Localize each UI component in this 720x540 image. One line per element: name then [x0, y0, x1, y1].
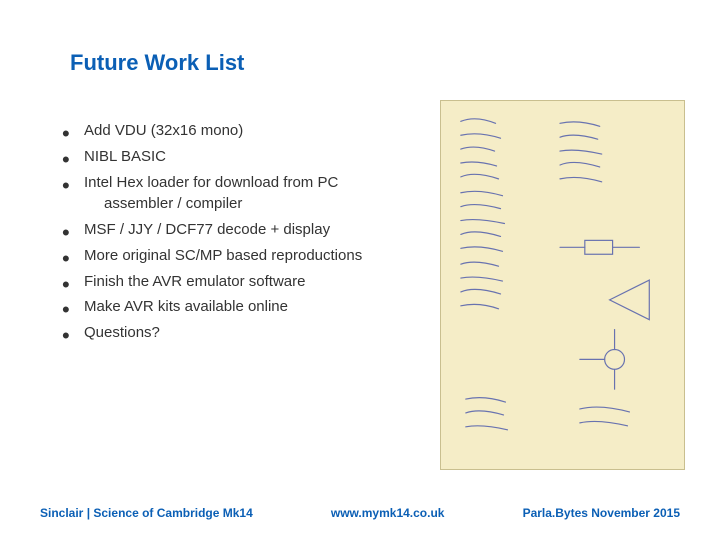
bullet-list: Add VDU (32x16 mono) NIBL BASIC Intel He… — [60, 120, 420, 318]
sketch-icon — [441, 101, 684, 469]
bullet-text: Finish the AVR emulator software — [84, 273, 305, 290]
list-item: Add VDU (32x16 mono) — [60, 120, 420, 142]
bullet-text: MSF / JJY / DCF77 decode + display — [84, 221, 330, 238]
list-item: NIBL BASIC — [60, 146, 420, 168]
slide: Future Work List Add VDU (32x16 mono) NI… — [0, 0, 720, 540]
list-item: Questions? — [60, 322, 420, 344]
list-item: Intel Hex loader for download from PC as… — [60, 172, 420, 216]
bullet-text: More original SC/MP based reproductions — [84, 247, 362, 264]
page-title: Future Work List — [70, 50, 244, 76]
footer-left: Sinclair | Science of Cambridge Mk14 — [40, 506, 253, 520]
bullet-subtext: assembler / compiler — [84, 193, 420, 215]
question-text: Questions? — [84, 324, 160, 341]
bullet-text: Add VDU (32x16 mono) — [84, 122, 243, 139]
bullet-text: NIBL BASIC — [84, 148, 166, 165]
list-item: MSF / JJY / DCF77 decode + display — [60, 219, 420, 241]
list-item: Finish the AVR emulator software — [60, 271, 420, 293]
content-area: Add VDU (32x16 mono) NIBL BASIC Intel He… — [60, 120, 420, 348]
handwritten-notes-image — [440, 100, 685, 470]
question-list: Questions? — [60, 322, 420, 344]
bullet-text: Make AVR kits available online — [84, 298, 288, 315]
footer-right: Parla.Bytes November 2015 — [523, 506, 680, 520]
bullet-text: Intel Hex loader for download from PC — [84, 174, 338, 191]
list-item: Make AVR kits available online — [60, 296, 420, 318]
footer-center: www.mymk14.co.uk — [331, 506, 445, 520]
list-item: More original SC/MP based reproductions — [60, 245, 420, 267]
footer: Sinclair | Science of Cambridge Mk14 www… — [0, 506, 720, 520]
